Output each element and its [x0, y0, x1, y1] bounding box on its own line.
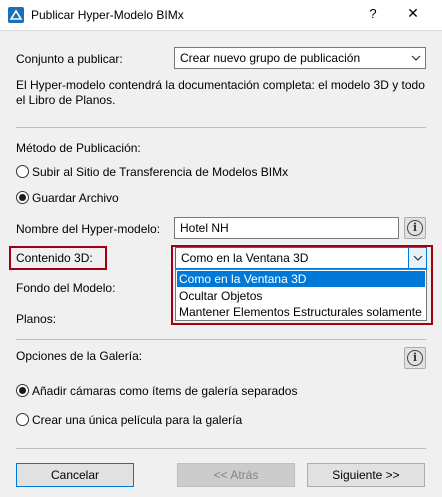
- publish-set-select[interactable]: Crear nuevo grupo de publicación: [174, 47, 426, 69]
- separator: [16, 339, 426, 340]
- radio-single-movie-label[interactable]: Crear una única película para la galería: [32, 413, 242, 427]
- content3d-label: Contenido 3D:: [16, 251, 93, 265]
- dropdown-option-as-3d-window[interactable]: Como en la Ventana 3D: [177, 271, 425, 287]
- publish-set-label: Conjunto a publicar:: [16, 52, 123, 66]
- sheets-label: Planos:: [16, 312, 57, 326]
- description-text: El Hyper-modelo contendrá la documentaci…: [16, 78, 425, 107]
- cancel-button[interactable]: Cancelar: [16, 463, 134, 487]
- hypermodel-name-input[interactable]: Hotel NH: [174, 217, 399, 239]
- radio-save-file-label[interactable]: Guardar Archivo: [32, 191, 119, 205]
- next-button[interactable]: Siguiente >>: [307, 463, 425, 487]
- radio-upload-label[interactable]: Subir al Sitio de Transferencia de Model…: [32, 165, 288, 179]
- gallery-options-label: Opciones de la Galería:: [16, 349, 143, 363]
- radio-separate-cameras[interactable]: [16, 384, 29, 397]
- info-button[interactable]: i: [404, 217, 426, 239]
- content3d-dropdown-list: Como en la Ventana 3D Ocultar Objetos Ma…: [175, 269, 427, 321]
- help-button[interactable]: ?: [365, 6, 381, 21]
- separator: [16, 448, 426, 449]
- model-background-label: Fondo del Modelo:: [16, 281, 116, 295]
- content3d-select[interactable]: Como en la Ventana 3D: [175, 247, 427, 269]
- bimx-app-icon: [8, 7, 24, 23]
- close-button[interactable]: ✕: [405, 5, 421, 22]
- radio-upload[interactable]: [16, 165, 29, 178]
- content3d-value: Como en la Ventana 3D: [181, 251, 309, 265]
- info-icon: i: [407, 220, 423, 236]
- back-button[interactable]: << Atrás: [177, 463, 295, 487]
- separator: [16, 127, 426, 128]
- radio-single-movie[interactable]: [16, 413, 29, 426]
- method-label: Método de Publicación:: [16, 141, 141, 155]
- publish-set-value: Crear nuevo grupo de publicación: [180, 51, 361, 65]
- window-title: Publicar Hyper-Modelo BIMx: [31, 8, 184, 22]
- dropdown-option-hide-objects[interactable]: Ocultar Objetos: [177, 288, 425, 304]
- title-bar: Publicar Hyper-Modelo BIMx ? ✕: [0, 0, 442, 31]
- dialog-body: Conjunto a publicar: Crear nuevo grupo d…: [0, 31, 442, 497]
- info-icon: i: [407, 350, 423, 366]
- chevron-down-icon: [407, 48, 425, 68]
- dropdown-option-structural-only[interactable]: Mantener Elementos Estructurales solamen…: [177, 304, 425, 320]
- gallery-info-button[interactable]: i: [404, 347, 426, 369]
- chevron-down-icon[interactable]: [408, 248, 426, 268]
- radio-save-file[interactable]: [16, 191, 29, 204]
- radio-separate-cameras-label[interactable]: Añadir cámaras como ítems de galería sep…: [32, 384, 297, 398]
- hypermodel-name-label: Nombre del Hyper-modelo:: [16, 222, 161, 236]
